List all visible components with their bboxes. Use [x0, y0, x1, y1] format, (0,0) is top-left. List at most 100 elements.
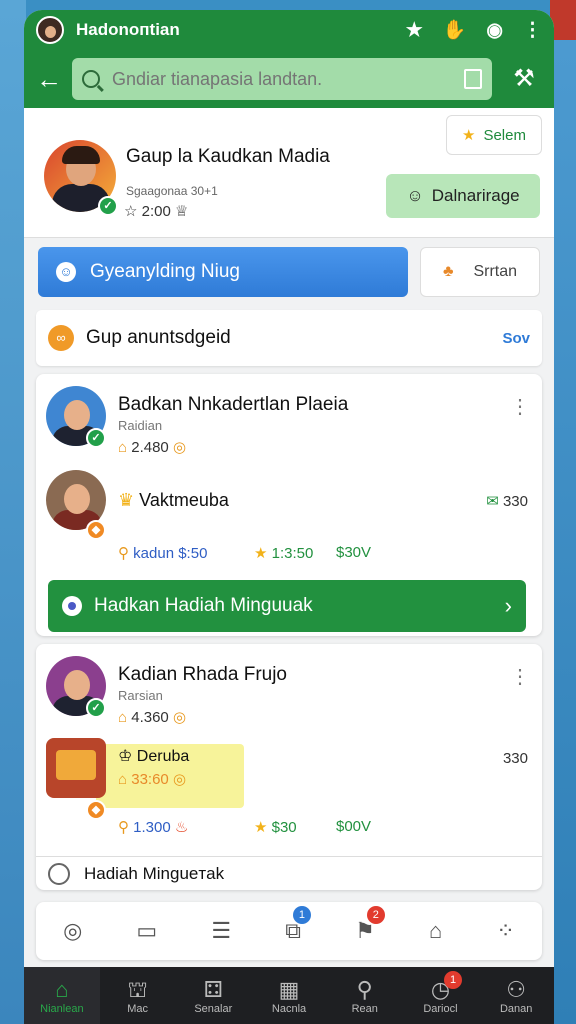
shop-icon: ⌂	[118, 771, 128, 788]
app-title: Hadonoпtian	[76, 20, 180, 39]
shop-icon: ⛫	[127, 976, 148, 1002]
rating: ★ $30	[254, 819, 297, 836]
coin-icon: ◎	[172, 439, 187, 456]
plant-icon: ♣	[442, 263, 454, 280]
bottom-navigation: ⌂ Nianlean ⛫ Mac ⚃ Senalar ▦ Nacnla ⚲ Re…	[24, 967, 554, 1024]
verified-badge-icon: ✓	[86, 428, 106, 448]
settings-icon	[48, 862, 70, 885]
notification-icon[interactable]: ⧉ 1	[285, 906, 311, 944]
status-bar: Hadonoпtian ★ ✋ ◉ ⋮	[24, 10, 554, 50]
nav-badge: 1	[444, 970, 463, 989]
flame-icon: ♨	[174, 819, 189, 836]
notification-badge: 1	[292, 906, 311, 924]
back-arrow-icon[interactable]: ←	[36, 64, 72, 95]
item-image[interactable]	[46, 738, 106, 798]
chat-icon[interactable]: ▭	[136, 918, 157, 944]
nav-item-search[interactable]: ⚲ Rean	[327, 967, 403, 1024]
shop-icon: ⌂	[118, 439, 128, 456]
star-icon: ★	[254, 819, 268, 836]
item-count: 330	[502, 750, 528, 767]
profile-stat: ☆ 2:00 ♕	[124, 203, 189, 220]
crown-outline-icon: ♔	[118, 748, 133, 765]
price-row: ⚲ 1.300 ♨	[118, 819, 189, 836]
tools-icon[interactable]: ⚒	[506, 61, 542, 97]
user-avatar[interactable]	[36, 16, 64, 44]
post-author: Kadian Rhada Frujo	[118, 664, 287, 685]
post-subtitle: Rarsian	[118, 688, 163, 703]
hand-icon[interactable]: ✋	[443, 18, 467, 42]
reward-action-button[interactable]: Hadkan Hadiah Minguuak ›	[48, 580, 526, 632]
item-badge-icon: ◆	[86, 520, 106, 540]
post-subtitle: Raidian	[118, 418, 163, 433]
home-icon: ⌂	[55, 976, 69, 1002]
reward-icon	[62, 596, 82, 616]
chevron-right-icon: ›	[504, 593, 512, 618]
search-bar[interactable]	[72, 58, 492, 100]
target-icon[interactable]: ◎	[63, 918, 82, 944]
price-row: ⚲ kadun $:50	[118, 545, 208, 562]
group-link[interactable]: Sov	[502, 330, 530, 347]
nav-item-shop[interactable]: ⛫ Mac	[100, 967, 176, 1024]
more-options-icon[interactable]: ⋮	[510, 394, 530, 419]
more-options-icon[interactable]: ⋮	[510, 664, 530, 689]
price-alt: $00V	[336, 818, 372, 835]
profile-subtitle: Sgaagonaa 30+1	[126, 184, 218, 198]
post-stat: ⌂ 2.480 ◎	[118, 439, 187, 456]
home-outline-icon[interactable]: ⌂	[429, 918, 442, 944]
star-badge-icon: ★	[462, 127, 476, 144]
crown-icon: ♛	[118, 490, 135, 510]
group-title: Gup anuntsdgeid	[86, 327, 231, 348]
rating: ★ 1:3:50	[254, 545, 314, 562]
profile-name: Gaup la Kaudkan Madia	[126, 146, 330, 167]
post-author: Badkan Nnkadertlan Plaeia	[118, 394, 349, 415]
item-name: ♛ Vaktmeuba	[118, 490, 229, 510]
shop-icon: ⌂	[118, 709, 128, 726]
grid-icon: ⚃	[203, 976, 223, 1002]
ticket-icon: ✉	[486, 493, 499, 510]
coin-icon: ◎	[172, 709, 187, 726]
apps-icon[interactable]: ⁘	[496, 918, 514, 944]
refresh-icon[interactable]: ◉	[486, 19, 503, 42]
search-icon	[82, 70, 100, 88]
list-icon[interactable]: ☰	[211, 918, 231, 944]
item-badge-icon: ◆	[86, 800, 106, 820]
coin-icon: ◎	[172, 771, 187, 788]
app-window: Hadonoпtian ★ ✋ ◉ ⋮ ← ⚒ ✓ Gaup la Kaudka…	[24, 10, 554, 1024]
more-vert-icon[interactable]: ⋮	[523, 19, 542, 42]
action-icon-bar: ◎ ▭ ☰ ⧉ 1 ⚑ 2 ⌂ ⁘	[36, 902, 542, 960]
secondary-action-button[interactable]: ♣ Srrtan	[420, 247, 540, 297]
post-card-1: ✓ Badkan Nnkadertlan Plaeia Raidian ⌂ 2.…	[36, 374, 542, 636]
nav-item-clock[interactable]: ◷ 1 Dariocl	[403, 967, 479, 1024]
group-icon: ∞	[48, 325, 74, 351]
message-badge: 2	[366, 906, 385, 924]
search-icon: ⚲	[356, 976, 373, 1002]
share-icon[interactable]	[464, 69, 482, 89]
follow-button[interactable]: ★ Selem	[446, 115, 542, 155]
item-stat: ⌂ 33:60 ◎	[118, 771, 187, 788]
nav-item-profile[interactable]: ⚇ Danan	[478, 967, 554, 1024]
bowl-icon: ⚲	[118, 819, 129, 836]
verified-badge-icon: ✓	[98, 196, 118, 216]
message-button[interactable]: ☺ Dalnarirage	[386, 174, 540, 218]
search-input[interactable]	[112, 68, 464, 90]
calendar-icon: ▦	[278, 976, 300, 1002]
message-icon[interactable]: ⚑ 2	[355, 906, 385, 944]
nav-item-calendar[interactable]: ▦ Nacnla	[251, 967, 327, 1024]
price-alt: $30V	[336, 544, 372, 561]
nav-item-home[interactable]: ⌂ Nianlean	[24, 967, 100, 1024]
post-card-2: ✓ Kadian Rhada Frujo Rarsian ⌂ 4.360 ◎ ⋮…	[36, 644, 542, 890]
profile-icon: ⚇	[506, 976, 527, 1002]
verified-badge-icon: ✓	[86, 698, 106, 718]
nav-item-grid[interactable]: ⚃ Senalar	[175, 967, 251, 1024]
toolbar: ← ⚒	[24, 50, 554, 108]
bowl-icon: ⚲	[118, 545, 129, 562]
chef-icon: ☺	[406, 186, 424, 205]
item-count: ✉ 330	[486, 493, 528, 510]
reward-footer[interactable]: Hadiah Mingueтak	[36, 856, 542, 890]
star-icon[interactable]: ★	[406, 19, 423, 42]
star-outline-icon: ☆	[124, 203, 138, 220]
primary-action-button[interactable]: ☺ Gyeanylding Niug	[38, 247, 408, 297]
smile-icon: ☺	[56, 262, 76, 282]
medal-icon: ♕	[175, 203, 189, 220]
group-row[interactable]: ∞ Gup anuntsdgeid Sov	[36, 310, 542, 366]
